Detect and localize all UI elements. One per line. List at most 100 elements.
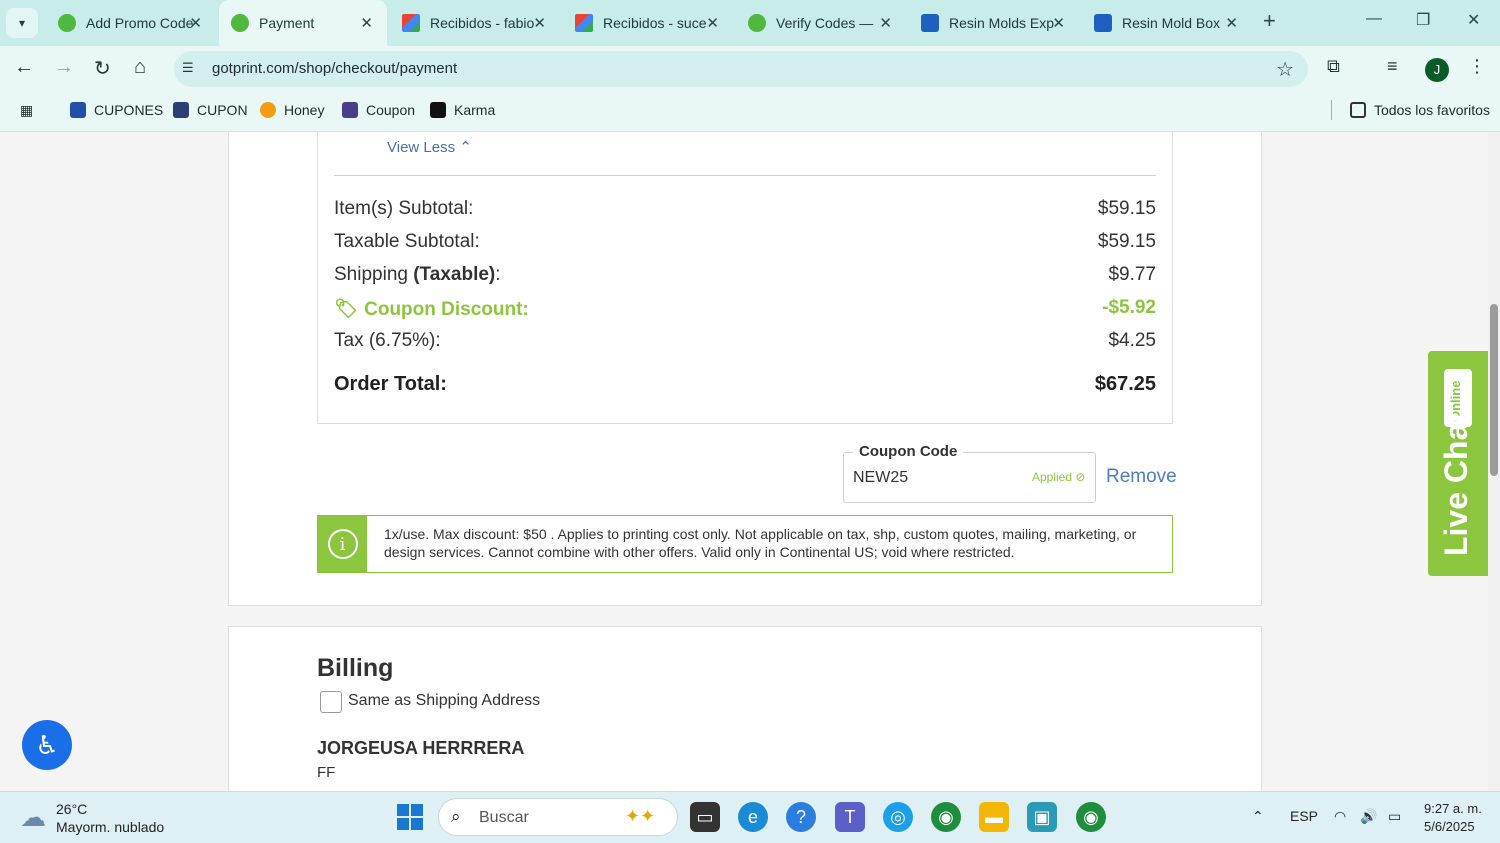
- url-text[interactable]: gotprint.com/shop/checkout/payment: [212, 60, 457, 77]
- weather-temperature[interactable]: 26°C: [56, 801, 87, 817]
- coupon-terms-text: 1x/use. Max discount: $50 . Applies to p…: [384, 526, 1137, 560]
- tab-recibidos-suce[interactable]: Recibidos - suce ✕: [563, 0, 733, 46]
- new-tab-plus-icon[interactable]: +: [1263, 8, 1276, 34]
- cloud-sun-icon[interactable]: ☁: [20, 802, 46, 833]
- info-icon: i: [327, 529, 358, 559]
- tab-recibidos-fabio[interactable]: Recibidos - fabio ✕: [390, 0, 560, 46]
- chrome-icon[interactable]: ◉: [931, 802, 961, 832]
- forward-arrow-icon[interactable]: →: [54, 56, 74, 79]
- bookmark-cupon[interactable]: CUPON: [173, 102, 248, 118]
- coupon-terms-notice: i 1x/use. Max discount: $50 . Applies to…: [317, 515, 1173, 573]
- row-coupon-discount: 🏷 Coupon Discount: -$5.92: [334, 297, 1156, 320]
- file-explorer-icon[interactable]: ▬: [979, 802, 1009, 832]
- bookmark-star-icon[interactable]: ☆: [1276, 57, 1294, 82]
- same-as-shipping-checkbox[interactable]: [320, 691, 342, 713]
- coupon-applied-badge: Applied ⊘: [1032, 470, 1086, 484]
- weather-description[interactable]: Mayorm. nublado: [56, 819, 164, 835]
- checkout-page: View Less ⌃ Item(s) Subtotal: $59.15 Tax…: [0, 132, 1500, 791]
- summary-divider: [334, 175, 1156, 176]
- gmail-icon: [575, 14, 593, 32]
- back-arrow-icon[interactable]: ←: [14, 56, 34, 79]
- row-tax: Tax (6.75%): $4.25: [334, 330, 1156, 351]
- gotprint-icon: [58, 14, 76, 32]
- restore-icon[interactable]: ❐: [1416, 10, 1430, 30]
- row-taxable-subtotal: Taxable Subtotal: $59.15: [334, 231, 1156, 252]
- same-as-shipping-label[interactable]: Same as Shipping Address: [348, 692, 540, 710]
- bookmark-honey[interactable]: Honey: [260, 102, 324, 118]
- row-items-subtotal: Item(s) Subtotal: $59.15: [334, 198, 1156, 219]
- close-icon[interactable]: ✕: [879, 14, 892, 32]
- windows-taskbar: ☁ 26°C Mayorm. nublado ⌕ Buscar ✦✦ ▭ e ?…: [0, 791, 1500, 843]
- teams-icon[interactable]: T: [835, 802, 865, 832]
- gmail-icon: [402, 14, 420, 32]
- clock-time[interactable]: 9:27 a. m.: [1424, 801, 1482, 816]
- tab-search-chevron-icon[interactable]: ▾: [6, 8, 38, 38]
- billing-name: JORGEUSA HERRRERA: [317, 738, 525, 758]
- bookmark-cupones[interactable]: CUPONES: [70, 102, 163, 118]
- gotprint-icon: [231, 14, 249, 32]
- tab-resin-molds-exp[interactable]: Resin Molds Exp ✕: [909, 0, 1079, 46]
- battery-icon[interactable]: ▭: [1388, 808, 1401, 825]
- screen-app-icon[interactable]: ▣: [1027, 802, 1057, 832]
- bookmark-karma[interactable]: Karma: [430, 102, 495, 118]
- close-icon[interactable]: ✕: [189, 14, 202, 32]
- scrollbar-thumb[interactable]: [1490, 304, 1498, 476]
- home-icon[interactable]: ⌂: [134, 56, 146, 79]
- language-indicator[interactable]: ESP: [1290, 808, 1318, 824]
- bookmark-coupon[interactable]: Coupon: [342, 102, 415, 118]
- live-chat-button[interactable]: Online Live Chat: [1428, 351, 1489, 576]
- tab-add-promo-code[interactable]: Add Promo Code ✕: [46, 0, 216, 46]
- coupon-logo-icon: [342, 102, 358, 118]
- volume-icon[interactable]: 🔊: [1360, 808, 1377, 825]
- close-icon[interactable]: ✕: [706, 14, 719, 32]
- info-icon-block: i: [318, 516, 367, 572]
- windows-start-icon[interactable]: [397, 804, 423, 830]
- close-icon[interactable]: ✕: [360, 14, 373, 32]
- cupones-logo-icon: [70, 102, 86, 118]
- chrome-profile-icon[interactable]: ◉: [1076, 802, 1106, 832]
- chevron-up-icon: ⌃: [459, 139, 472, 156]
- view-less-link[interactable]: View Less ⌃: [387, 138, 472, 156]
- close-icon[interactable]: ✕: [1225, 14, 1238, 32]
- media-control-icon[interactable]: ≡: [1387, 56, 1398, 77]
- close-icon[interactable]: ✕: [533, 14, 546, 32]
- honey-logo-icon: [260, 102, 276, 118]
- gotprint-icon: [748, 14, 766, 32]
- page-scrollbar[interactable]: [1488, 132, 1500, 791]
- row-order-total: Order Total: $67.25: [334, 373, 1156, 395]
- profile-avatar[interactable]: J: [1425, 58, 1449, 82]
- extensions-puzzle-icon[interactable]: ⧉: [1327, 56, 1340, 77]
- task-view-icon[interactable]: ▭: [690, 802, 720, 832]
- help-icon[interactable]: ?: [786, 802, 816, 832]
- remove-coupon-link[interactable]: Remove: [1106, 466, 1177, 488]
- clock-date[interactable]: 5/6/2025: [1424, 819, 1475, 834]
- browser-app-icon[interactable]: ◎: [883, 802, 913, 832]
- cube-icon: [921, 14, 939, 32]
- address-bar[interactable]: ☰ gotprint.com/shop/checkout/payment ☆: [174, 51, 1308, 87]
- cube-icon: [1094, 14, 1112, 32]
- tab-payment[interactable]: Payment ✕: [219, 0, 387, 46]
- reload-icon[interactable]: ↻: [94, 56, 111, 81]
- menu-kebab-icon[interactable]: ⋮: [1468, 56, 1486, 77]
- sparkle-icon: ✦✦: [625, 806, 656, 826]
- check-circle-icon: ⊘: [1075, 470, 1086, 484]
- coupon-code-value[interactable]: NEW25: [853, 469, 908, 487]
- tab-verify-codes[interactable]: Verify Codes — ✕: [736, 0, 906, 46]
- bookmarks-bar: ▦ CUPONES CUPON Honey Coupon Karma Todos…: [0, 92, 1500, 132]
- tag-icon: 🏷: [334, 299, 359, 320]
- tab-resin-mold-box[interactable]: Resin Mold Box ✕: [1082, 0, 1252, 46]
- browser-tabstrip: ▾ Add Promo Code ✕ Payment ✕ Recibidos -…: [0, 0, 1500, 46]
- accessibility-icon[interactable]: ♿: [22, 720, 72, 770]
- site-info-icon[interactable]: ☰: [182, 60, 194, 76]
- all-bookmarks[interactable]: Todos los favoritos: [1350, 102, 1490, 118]
- window-close-icon[interactable]: ✕: [1467, 10, 1480, 30]
- edge-icon[interactable]: e: [738, 802, 768, 832]
- lock-icon: [173, 102, 189, 118]
- apps-grid-icon[interactable]: ▦: [20, 102, 33, 119]
- close-icon[interactable]: ✕: [1052, 14, 1065, 32]
- search-icon: ⌕: [451, 807, 461, 826]
- tray-chevron-up-icon[interactable]: ⌃: [1252, 808, 1264, 825]
- wifi-icon[interactable]: ◠: [1334, 808, 1346, 825]
- taskbar-search[interactable]: ⌕ Buscar ✦✦: [438, 798, 678, 836]
- minimize-icon[interactable]: —: [1366, 10, 1382, 28]
